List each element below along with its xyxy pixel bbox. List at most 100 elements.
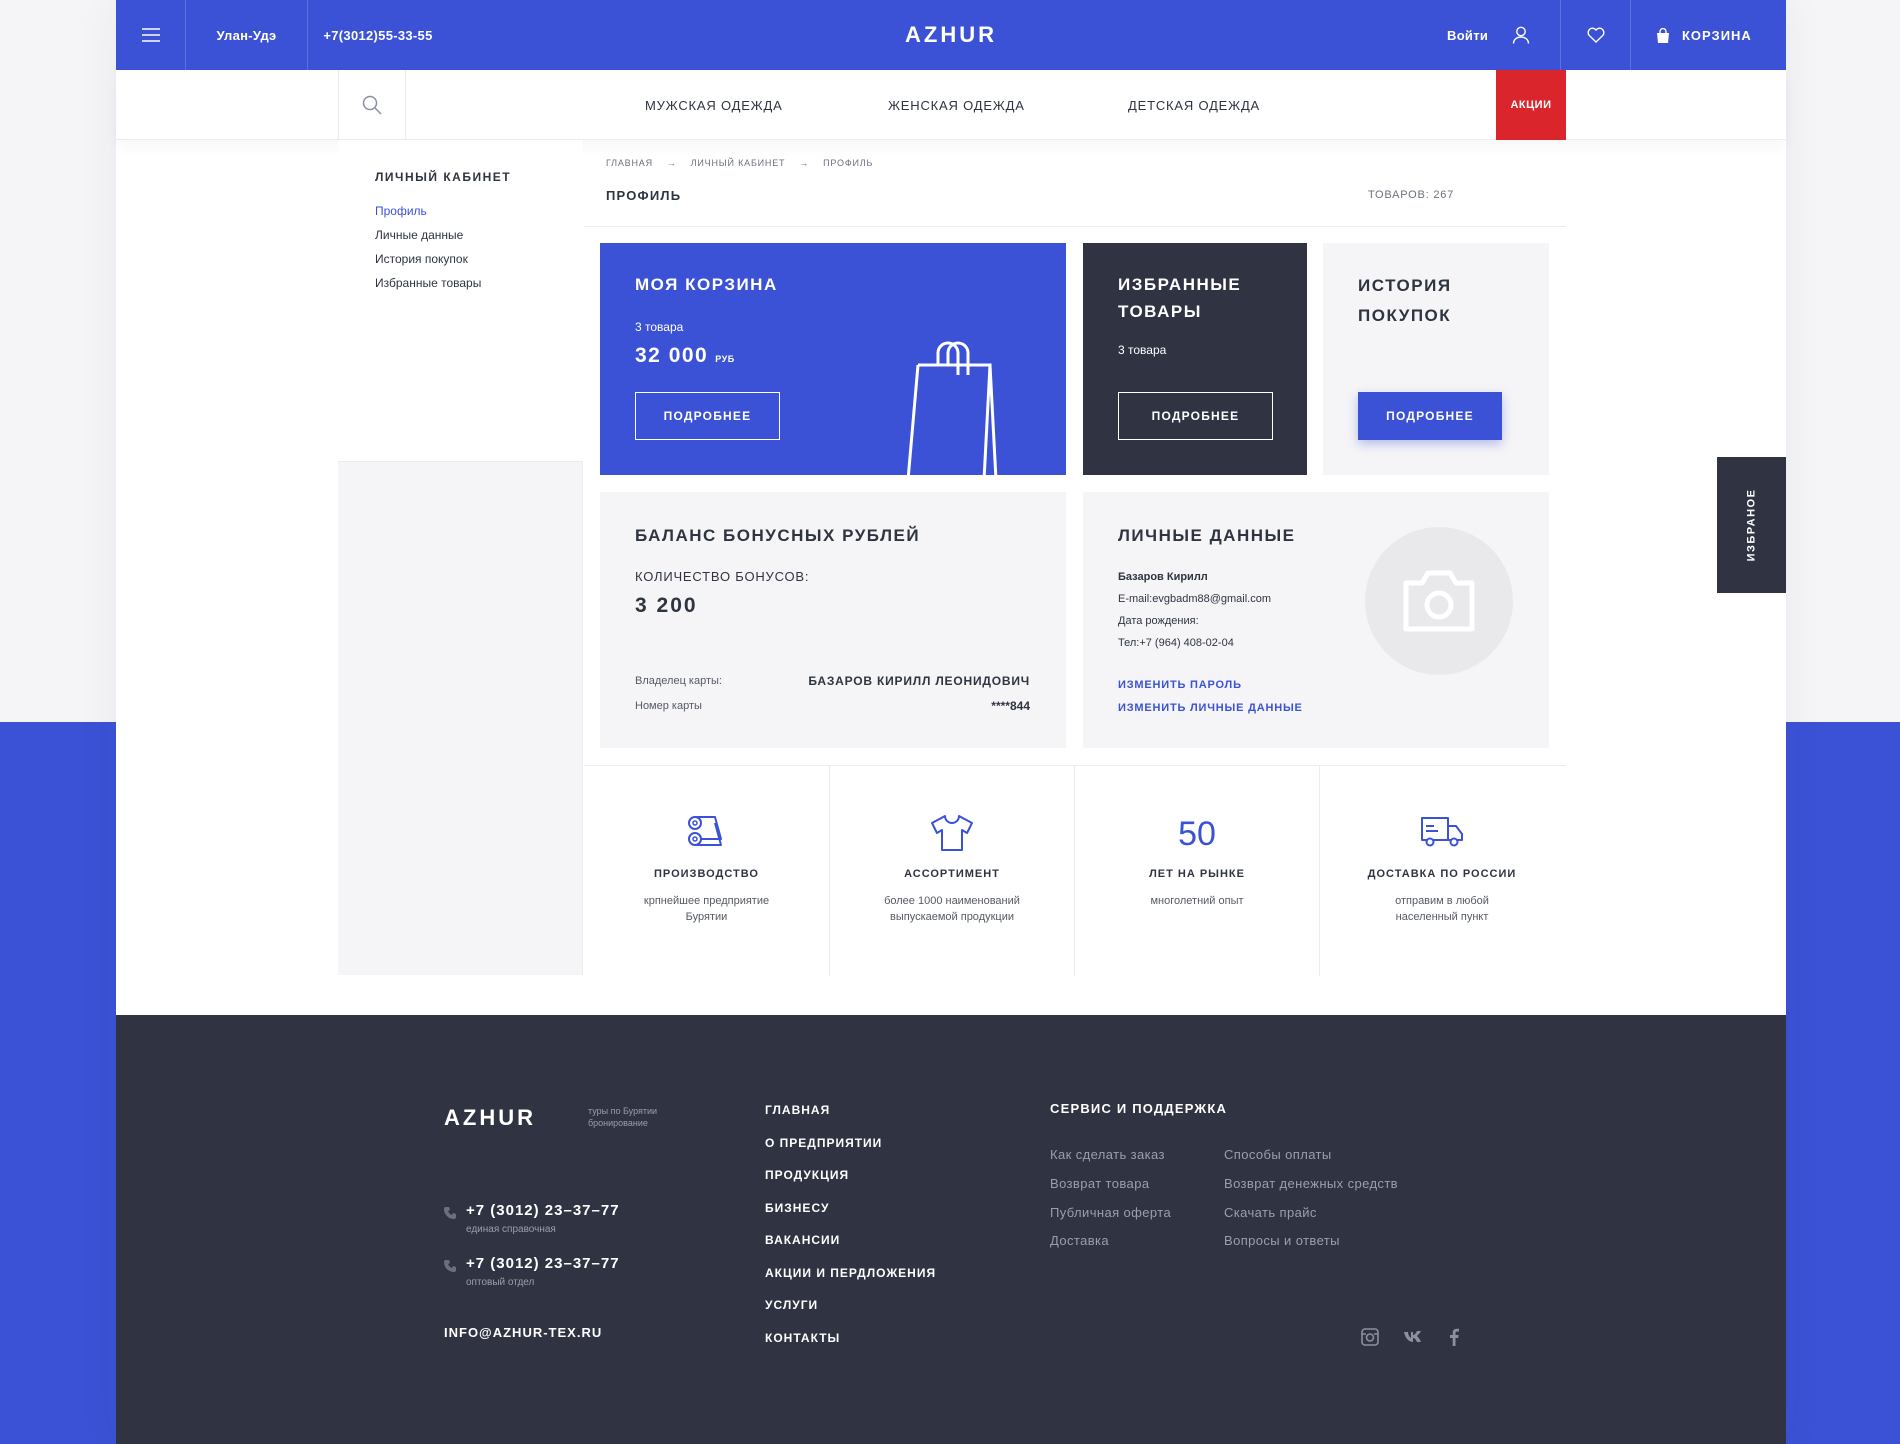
- footer-menu-item[interactable]: ГЛАВНАЯ: [765, 1103, 830, 1117]
- footer-phone-2[interactable]: +7 (3012) 23–37–77: [466, 1255, 620, 1272]
- cart-button[interactable]: КОРЗИНА: [1656, 0, 1752, 70]
- fabric-rolls-icon: [584, 814, 829, 854]
- feature-production: ПРОИЗВОДСТВО крпнейшее предприятие Буряти…: [584, 766, 829, 976]
- footer-tagline: туры по Бурятии бронирование: [588, 1105, 657, 1129]
- footer-service-link[interactable]: Возврат товара: [1050, 1176, 1149, 1191]
- feature-delivery-text: отправим в любой населенный пункт: [1350, 893, 1534, 925]
- feature-assortment: АССОРТИМЕНТ более 1000 наименований выпус…: [829, 766, 1074, 976]
- features-row: ПРОИЗВОДСТВО крпнейшее предприятие Буряти…: [584, 765, 1566, 976]
- history-card-title-line1: ИСТОРИЯ: [1358, 276, 1452, 295]
- footer-service-link[interactable]: Скачать прайс: [1224, 1205, 1317, 1220]
- favorites-side-tab[interactable]: ИЗБРАНОЕ: [1717, 457, 1786, 593]
- feature-years-title: ЛЕТ НА РЫНКЕ: [1149, 868, 1245, 880]
- footer: AZHUR туры по Бурятии бронирование +7 (3…: [116, 1015, 1786, 1444]
- footer-menu-item[interactable]: О ПРЕДПРИЯТИИ: [765, 1136, 882, 1150]
- favorites-card-title: ИЗБРАННЫЕ ТОВАРЫ: [1118, 271, 1241, 325]
- sidebar-item-profile[interactable]: Профиль: [375, 204, 427, 218]
- feature-assortment-title: АССОРТИМЕНТ: [904, 868, 1000, 880]
- history-card: ИСТОРИЯ ПОКУПОК ПОДРОБНЕЕ: [1323, 243, 1549, 475]
- heart-icon: [1586, 27, 1605, 43]
- nav-kids[interactable]: ДЕТСКАЯ ОДЕЖДА: [1128, 70, 1260, 140]
- footer-phone-1-caption: единая справочная: [466, 1224, 556, 1235]
- feature-text-line: более 1000 наименований: [884, 895, 1020, 907]
- search-icon: [362, 95, 382, 115]
- feature-text-line: Бурятии: [685, 911, 728, 923]
- footer-phone-1[interactable]: +7 (3012) 23–37–77: [466, 1202, 620, 1219]
- breadcrumb-home[interactable]: ГЛАВНАЯ: [606, 158, 653, 168]
- footer-service-link[interactable]: Вопросы и ответы: [1224, 1233, 1340, 1248]
- personal-email: E-mail:evgbadm88@gmail.com: [1118, 593, 1272, 605]
- personal-data-card: ЛИЧНЫЕ ДАННЫЕ Базаров Кирилл E-mail:evgb…: [1083, 492, 1549, 748]
- favorites-side-tab-label: ИЗБРАНОЕ: [1745, 488, 1758, 562]
- product-count: ТОВАРОВ: 267: [1368, 189, 1455, 201]
- facebook-icon[interactable]: [1449, 1328, 1459, 1346]
- search-button[interactable]: [338, 70, 406, 140]
- footer-tagline-line: туры по Бурятии: [588, 1106, 658, 1116]
- personal-card-title: ЛИЧНЫЕ ДАННЫЕ: [1118, 526, 1296, 545]
- breadcrumb-account[interactable]: ЛИЧНЫЙ КАБИНЕТ: [691, 158, 786, 168]
- feature-delivery: ДОСТАВКА ПО РОССИИ отправим в любой насел…: [1319, 766, 1564, 976]
- footer-service-link[interactable]: Публичная оферта: [1050, 1205, 1171, 1220]
- feature-production-text: крпнейшее предприятие Бурятии: [614, 893, 799, 925]
- footer-menu-item[interactable]: АКЦИИ И ПЕРДЛОЖЕНИЯ: [765, 1266, 936, 1280]
- footer-email[interactable]: INFO@AZHUR-TEX.RU: [444, 1325, 602, 1340]
- sidebar-item-favorites[interactable]: Избранные товары: [375, 276, 481, 290]
- feature-text-line: выпускаемой продукции: [889, 911, 1015, 923]
- shopping-bag-icon: [906, 341, 998, 475]
- change-personal-data-link[interactable]: ИЗМЕНИТЬ ЛИЧНЫЕ ДАННЫЕ: [1118, 702, 1303, 714]
- history-details-button[interactable]: ПОДРОБНЕЕ: [1358, 392, 1502, 440]
- years-number: 50: [1075, 814, 1319, 854]
- logo[interactable]: AZHUR: [116, 0, 1786, 70]
- footer-service-link[interactable]: Доставка: [1050, 1233, 1109, 1248]
- history-card-title: ИСТОРИЯ ПОКУПОК: [1358, 271, 1452, 331]
- bonus-card: БАЛАНС БОНУСНЫХ РУБЛЕЙ КОЛИЧЕСТВО БОНУСО…: [600, 492, 1066, 748]
- footer-menu-item[interactable]: КОНТАКТЫ: [765, 1331, 840, 1345]
- footer-menu-item[interactable]: ПРОДУКЦИЯ: [765, 1168, 849, 1182]
- sidebar-item-personal-data[interactable]: Личные данные: [375, 228, 463, 242]
- personal-birth: Дата рождения:: [1118, 615, 1199, 627]
- footer-service-link[interactable]: Способы оплаты: [1224, 1147, 1332, 1162]
- nav-men[interactable]: МУЖСКАЯ ОДЕЖДА: [645, 70, 783, 140]
- personal-phone: Тел:+7 (964) 408-02-04: [1118, 637, 1234, 649]
- feature-text-line: крпнейшее предприятие: [643, 895, 770, 907]
- footer-service-link[interactable]: Возврат денежных средств: [1224, 1176, 1398, 1191]
- feature-text-line: отправим в любой: [1395, 895, 1489, 907]
- site-container: Улан-Удэ +7(3012)55-33-55 AZHUR Войти КО…: [116, 0, 1786, 1444]
- bonus-value: 3 200: [635, 594, 698, 617]
- footer-menu-item[interactable]: ВАКАНСИИ: [765, 1233, 840, 1247]
- favorites-card-title-line1: ИЗБРАННЫЕ: [1118, 275, 1242, 294]
- personal-name: Базаров Кирилл: [1118, 571, 1208, 583]
- cart-card-title: МОЯ КОРЗИНА: [635, 275, 778, 294]
- main-nav: МУЖСКАЯ ОДЕЖДА ЖЕНСКАЯ ОДЕЖДА ДЕТСКАЯ ОД…: [116, 70, 1786, 140]
- nav-women[interactable]: ЖЕНСКАЯ ОДЕЖДА: [888, 70, 1025, 140]
- card-owner-label: Владелец карты:: [635, 675, 722, 687]
- login-link[interactable]: Войти: [1447, 0, 1530, 70]
- sidebar-title: ЛИЧНЫЙ КАБИНЕТ: [375, 170, 512, 184]
- instagram-icon[interactable]: [1361, 1328, 1379, 1346]
- avatar-upload[interactable]: [1365, 527, 1513, 675]
- phone-icon: [444, 1260, 456, 1272]
- history-card-title-line2: ПОКУПОК: [1358, 306, 1452, 325]
- cart-card: МОЯ КОРЗИНА 3 товара 32 000 РУБ ПОДРОБНЕ…: [600, 243, 1066, 475]
- breadcrumb: ГЛАВНАЯ → ЛИЧНЫЙ КАБИНЕТ → ПРОФИЛЬ: [606, 158, 873, 168]
- favorites-details-button[interactable]: ПОДРОБНЕЕ: [1118, 392, 1273, 440]
- footer-menu-item[interactable]: БИЗНЕСУ: [765, 1201, 829, 1215]
- breadcrumb-arrow: →: [799, 158, 810, 168]
- years-value: 50: [1178, 815, 1216, 853]
- favorites-button[interactable]: [1561, 0, 1631, 70]
- footer-menu-item[interactable]: УСЛУГИ: [765, 1298, 818, 1312]
- vk-icon[interactable]: [1403, 1331, 1423, 1343]
- feature-text-line: населенный пункт: [1395, 911, 1489, 923]
- cart-card-amount: 32 000: [635, 344, 709, 367]
- cart-label: КОРЗИНА: [1682, 27, 1752, 43]
- nav-sale[interactable]: АКЦИИ: [1496, 70, 1566, 140]
- sidebar-menu: ЛИЧНЫЙ КАБИНЕТ Профиль Личные данные Ист…: [338, 140, 583, 462]
- sidebar-item-purchase-history[interactable]: История покупок: [375, 252, 468, 266]
- bag-icon: [1657, 27, 1669, 43]
- footer-service-link[interactable]: Как сделать заказ: [1050, 1147, 1165, 1162]
- feature-production-title: ПРОИЗВОДСТВО: [654, 868, 759, 880]
- footer-logo[interactable]: AZHUR: [444, 1105, 536, 1131]
- cart-details-button[interactable]: ПОДРОБНЕЕ: [635, 392, 780, 440]
- breadcrumb-current: ПРОФИЛЬ: [823, 158, 874, 168]
- change-password-link[interactable]: ИЗМЕНИТЬ ПАРОЛЬ: [1118, 679, 1242, 691]
